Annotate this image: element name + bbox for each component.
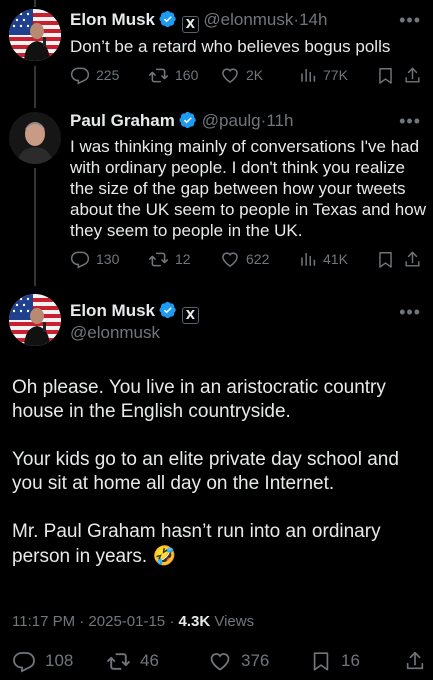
tweet2-handle[interactable]: @paulg bbox=[202, 111, 261, 130]
heart-icon bbox=[208, 649, 232, 673]
main-text-line: Your kids go to an elite private day sch… bbox=[12, 449, 399, 470]
like-button[interactable]: 2K bbox=[220, 65, 263, 85]
views-count: 77K bbox=[323, 67, 348, 83]
avatar-paul[interactable] bbox=[9, 112, 61, 164]
main-timestamp[interactable]: 11:17 PM · 2025-01-15 · bbox=[12, 613, 174, 630]
retweet-icon bbox=[148, 65, 169, 86]
tweet2-text: I was thinking mainly of conversations I… bbox=[70, 136, 430, 241]
tweet1-header: Elon Musk X @elonmusk·14h bbox=[70, 10, 327, 33]
retweet-button[interactable]: 160 bbox=[148, 65, 198, 86]
verified-badge-icon bbox=[179, 111, 197, 129]
share-icon bbox=[403, 250, 422, 269]
heart-icon bbox=[220, 65, 240, 85]
retweet-button[interactable]: 46 bbox=[106, 649, 159, 674]
share-icon bbox=[403, 66, 422, 85]
bookmark-count: 16 bbox=[341, 651, 360, 670]
bookmark-icon bbox=[310, 650, 332, 672]
tweet2-text-line: they seem to people in the UK. bbox=[70, 221, 303, 240]
verified-badge-icon bbox=[159, 10, 177, 28]
bookmark-icon bbox=[376, 66, 395, 85]
more-icon[interactable]: ••• bbox=[399, 10, 421, 31]
tweet1-text: Don’t be a retard who believes bogus pol… bbox=[70, 37, 391, 56]
main-views-count: 4.3K bbox=[178, 613, 211, 630]
main-views-label: Views bbox=[214, 613, 255, 630]
reply-icon bbox=[70, 65, 90, 85]
views-count: 41K bbox=[323, 251, 348, 267]
avatar-elon-1[interactable] bbox=[9, 9, 61, 61]
more-icon[interactable]: ••• bbox=[399, 111, 421, 132]
share-icon bbox=[404, 650, 426, 672]
thread-line-2 bbox=[34, 168, 36, 286]
retweet-icon bbox=[148, 249, 169, 270]
main-handle[interactable]: @elonmusk bbox=[70, 323, 160, 343]
views-icon bbox=[299, 250, 317, 268]
main-text-line: Oh please. You live in an aristocratic c… bbox=[12, 377, 386, 398]
retweet-count: 46 bbox=[140, 651, 159, 670]
x-affiliate-icon[interactable]: X bbox=[181, 16, 199, 33]
share-button[interactable] bbox=[403, 66, 422, 85]
thread-line-top bbox=[34, 0, 36, 7]
retweet-count: 12 bbox=[175, 251, 191, 267]
tweet1-handle[interactable]: @elonmusk bbox=[203, 10, 293, 29]
retweet-icon bbox=[106, 649, 131, 674]
tweet1-actions: 225 160 2K 77K bbox=[70, 64, 418, 86]
like-button[interactable]: 376 bbox=[208, 649, 269, 673]
tweet2-time[interactable]: 11h bbox=[266, 111, 293, 130]
bookmark-button[interactable]: 16 bbox=[310, 650, 360, 672]
thread-line-1 bbox=[34, 66, 36, 108]
reply-count: 130 bbox=[96, 251, 120, 267]
tweet2-actions: 130 12 622 41K bbox=[70, 248, 418, 270]
share-button[interactable] bbox=[403, 250, 422, 269]
like-count: 622 bbox=[246, 251, 270, 267]
reply-icon bbox=[70, 249, 90, 269]
main-text-line-last: person in years. 🤣 bbox=[12, 544, 427, 569]
like-button[interactable]: 622 bbox=[220, 249, 269, 269]
reply-button[interactable]: 130 bbox=[70, 249, 119, 269]
verified-badge-icon bbox=[159, 301, 177, 319]
x-affiliate-icon[interactable]: X bbox=[181, 307, 199, 324]
main-meta: 11:17 PM · 2025-01-15 · 4.3K Views bbox=[12, 613, 254, 630]
tweet2-header: Paul Graham @paulg·11h bbox=[70, 111, 293, 131]
rofl-emoji: 🤣 bbox=[152, 545, 177, 567]
main-actions: 108 46 376 16 bbox=[12, 649, 428, 673]
tweet2-text-line: the size of the gap between how your twe… bbox=[70, 179, 406, 198]
tweet1-time[interactable]: 14h bbox=[299, 10, 327, 29]
views-button[interactable]: 41K bbox=[299, 250, 348, 268]
views-button[interactable]: 77K bbox=[299, 66, 348, 84]
main-text-line: you sit at home all day on the Internet. bbox=[12, 473, 335, 494]
main-tweet-text: Oh please. You live in an aristocratic c… bbox=[12, 376, 427, 569]
main-author-name[interactable]: Elon Musk bbox=[70, 301, 155, 320]
tweet2-text-line: with ordinary people. I don't think you … bbox=[70, 158, 405, 177]
main-text-line: house in the English countryside. bbox=[12, 401, 291, 422]
more-icon[interactable]: ••• bbox=[399, 302, 421, 323]
reply-count: 108 bbox=[45, 651, 74, 670]
reply-icon bbox=[12, 649, 36, 673]
retweet-button[interactable]: 12 bbox=[148, 249, 191, 270]
tweet2-text-line: I was thinking mainly of conversations I… bbox=[70, 137, 420, 156]
main-text-line: person in years. bbox=[12, 546, 148, 567]
main-text-line: Mr. Paul Graham hasn’t run into an ordin… bbox=[12, 521, 381, 542]
like-count: 2K bbox=[246, 67, 264, 83]
reply-button[interactable]: 225 bbox=[70, 65, 119, 85]
views-icon bbox=[299, 66, 317, 84]
avatar-elon-main[interactable] bbox=[9, 294, 61, 346]
tweet2-text-line: about the UK seem to people in Texas and… bbox=[70, 200, 426, 219]
bookmark-button[interactable] bbox=[376, 250, 395, 269]
retweet-count: 160 bbox=[175, 67, 199, 83]
tweet1-author-name[interactable]: Elon Musk bbox=[70, 10, 155, 29]
reply-button[interactable]: 108 bbox=[12, 649, 73, 673]
share-button[interactable] bbox=[404, 650, 426, 672]
bookmark-icon bbox=[376, 250, 395, 269]
tweet2-author-name[interactable]: Paul Graham bbox=[70, 111, 175, 130]
main-author-name-row: Elon Musk X bbox=[70, 301, 199, 324]
reply-count: 225 bbox=[96, 67, 120, 83]
like-count: 376 bbox=[241, 651, 270, 670]
bookmark-button[interactable] bbox=[376, 66, 395, 85]
heart-icon bbox=[220, 249, 240, 269]
